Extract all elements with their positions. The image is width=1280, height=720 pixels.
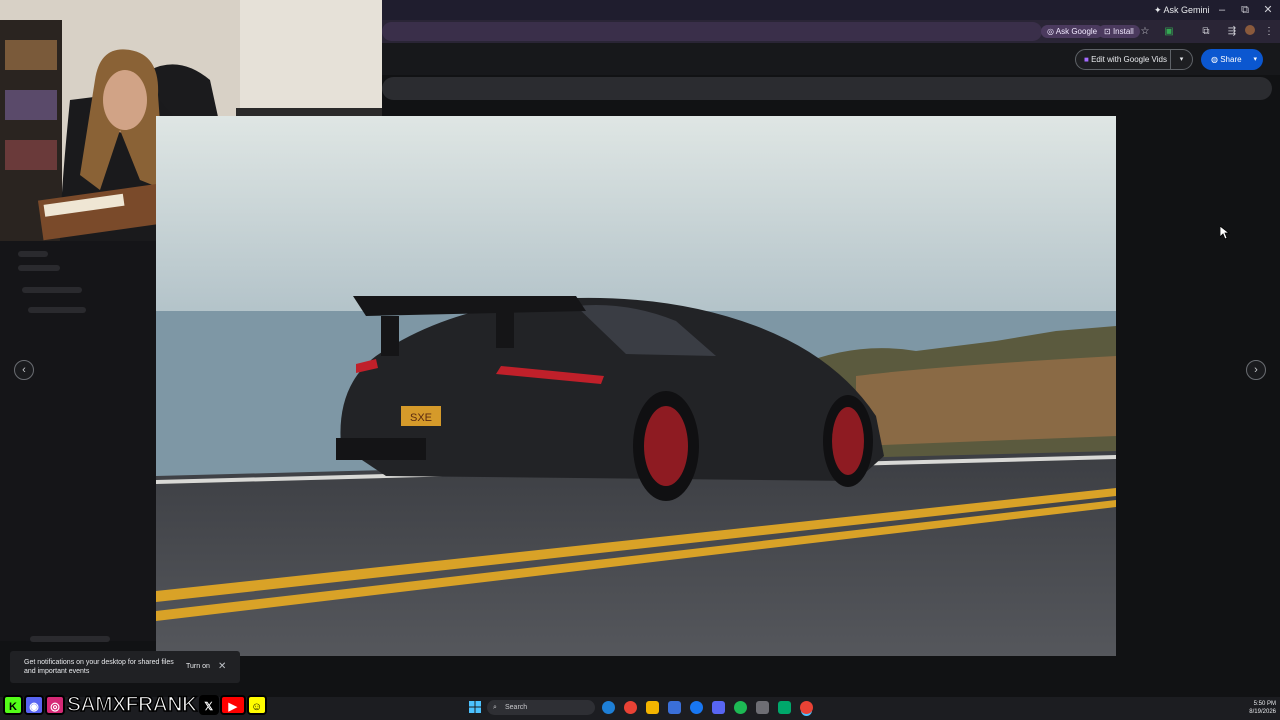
app-icon[interactable]: [778, 701, 791, 714]
search-icon: ⌕: [493, 704, 497, 711]
settings-gear-icon[interactable]: [756, 701, 769, 714]
edit-with-vids-label: Edit with Google Vids: [1091, 55, 1167, 64]
windows-start-icon[interactable]: [468, 700, 482, 714]
system-clock: 5:50 PM 8/19/2026: [1232, 700, 1276, 716]
close-window-button[interactable]: ✕: [1257, 2, 1279, 18]
vids-icon: ■: [1084, 55, 1092, 64]
toast-message: Get notifications on your desktop for sh…: [24, 659, 174, 675]
install-label: Install: [1112, 27, 1134, 36]
browser-titlebar: [382, 0, 1280, 20]
install-chip[interactable]: ⊡ Install: [1098, 25, 1140, 38]
next-arrow-button[interactable]: ›: [1246, 360, 1266, 380]
previous-arrow-button[interactable]: ‹: [14, 360, 34, 380]
cast-icon[interactable]: ⇶: [1225, 25, 1239, 39]
ask-google-chip[interactable]: ◎ Ask Google: [1041, 25, 1104, 38]
globe-icon: ◍: [1211, 55, 1221, 64]
search-strip: [382, 77, 1272, 100]
chrome-icon[interactable]: [624, 701, 637, 714]
extension-icon[interactable]: ▣: [1162, 25, 1176, 39]
notification-toast: Get notifications on your desktop for sh…: [10, 651, 240, 683]
spotify-icon[interactable]: [734, 701, 747, 714]
file-explorer-icon[interactable]: [646, 701, 659, 714]
streamer-social-bar: K ◉ ◎ SAMXFRANK 𝕏 ▶ ☺: [3, 692, 267, 717]
minimize-button[interactable]: –: [1211, 2, 1233, 18]
taskbar-search[interactable]: ⌕ Search: [487, 700, 595, 715]
instagram-icon: ◎: [45, 694, 65, 715]
chevron-down-icon[interactable]: ▾: [1170, 50, 1192, 69]
extensions-puzzle-icon[interactable]: ⧉: [1199, 25, 1213, 39]
close-icon[interactable]: ✕: [218, 661, 226, 672]
share-button[interactable]: ◍ Share ▾: [1201, 49, 1263, 70]
edge-icon[interactable]: [602, 701, 615, 714]
share-chevron-down-icon[interactable]: ▾: [1253, 49, 1257, 70]
license-plate: SXE: [410, 412, 432, 424]
streamer-handle: SAMXFRANK: [66, 692, 198, 717]
kick-icon: K: [3, 694, 23, 715]
facebook-icon[interactable]: [690, 701, 703, 714]
ask-gemini-button[interactable]: ✦ Ask Gemini: [1148, 3, 1216, 17]
mouse-cursor: [1219, 225, 1231, 245]
discord-taskbar-icon[interactable]: [712, 701, 725, 714]
store-icon[interactable]: [668, 701, 681, 714]
taskbar-search-label: Search: [505, 704, 528, 711]
share-label: Share: [1220, 55, 1242, 64]
lens-icon: ◎: [1047, 27, 1056, 36]
chrome-active-icon[interactable]: [800, 701, 813, 714]
restore-button[interactable]: ⧉: [1234, 2, 1256, 18]
discord-icon: ◉: [24, 694, 44, 715]
gemini-icon: ✦: [1154, 5, 1164, 15]
photo-preview[interactable]: SXE: [156, 116, 1116, 656]
clock-time: 5:50 PM: [1253, 701, 1276, 707]
ask-google-label: Ask Google: [1055, 27, 1098, 36]
install-icon: ⊡: [1104, 27, 1113, 36]
more-menu-icon[interactable]: ⋮: [1262, 25, 1276, 39]
youtube-icon: ▶: [219, 694, 246, 715]
ask-gemini-label: Ask Gemini: [1163, 5, 1210, 15]
bookmark-star-icon[interactable]: ☆: [1138, 25, 1152, 39]
edit-with-vids-button[interactable]: ■ Edit with Google Vids ▾: [1075, 49, 1193, 70]
turn-on-button[interactable]: Turn on: [186, 663, 210, 670]
clock-date: 8/19/2026: [1249, 709, 1276, 715]
x-icon: 𝕏: [198, 694, 219, 715]
profile-avatar[interactable]: [1243, 25, 1257, 39]
drive-sidebar: [0, 241, 156, 642]
snapchat-icon: ☺: [246, 694, 267, 715]
porsche-photo: SXE: [156, 116, 1116, 656]
address-bar[interactable]: [382, 22, 1042, 41]
